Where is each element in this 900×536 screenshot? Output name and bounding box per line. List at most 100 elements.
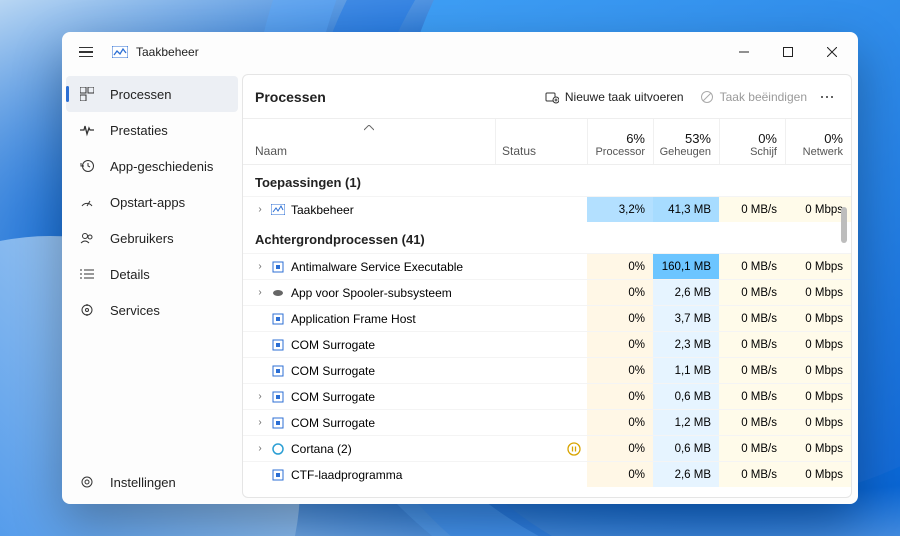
cell-mem: 3,7 MB: [653, 306, 719, 331]
nav-label: Details: [110, 267, 150, 282]
cell-cpu: 3,2%: [587, 197, 653, 222]
col-disk[interactable]: 0%Schijf: [719, 119, 785, 164]
cell-mem: 41,3 MB: [653, 197, 719, 222]
chevron-right-icon[interactable]: ›: [255, 443, 265, 454]
minimize-button[interactable]: [722, 36, 766, 68]
process-icon: [271, 203, 285, 217]
process-name: Taakbeheer: [291, 203, 354, 217]
process-name: CTF-laadprogramma: [291, 468, 402, 482]
scrollbar-thumb[interactable]: [841, 207, 847, 243]
cell-disk: 0 MB/s: [719, 254, 785, 279]
cell-cpu: 0%: [587, 254, 653, 279]
main-panel: Processen Nieuwe taak uitvoeren Taak beë…: [242, 74, 852, 498]
cell-cpu: 0%: [587, 332, 653, 357]
col-status[interactable]: Status: [495, 119, 587, 164]
close-button[interactable]: [810, 36, 854, 68]
nav-label: App-geschiedenis: [110, 159, 213, 174]
process-name: Antimalware Service Executable: [291, 260, 463, 274]
chevron-right-icon[interactable]: ›: [255, 417, 265, 428]
process-icon: [271, 338, 285, 352]
cell-disk: 0 MB/s: [719, 436, 785, 461]
cell-mem: 0,6 MB: [653, 384, 719, 409]
process-row[interactable]: › CTF-laadprogramma 0% 2,6 MB 0 MB/s 0 M…: [243, 461, 851, 487]
process-row[interactable]: › Taakbeheer 3,2% 41,3 MB 0 MB/s 0 Mbps: [243, 196, 851, 222]
cell-mem: 0,6 MB: [653, 436, 719, 461]
chevron-right-icon[interactable]: ›: [255, 204, 265, 215]
process-name: Application Frame Host: [291, 312, 416, 326]
process-row[interactable]: › COM Surrogate 0% 1,1 MB 0 MB/s 0 Mbps: [243, 357, 851, 383]
nav-label: Instellingen: [110, 475, 176, 490]
nav-services[interactable]: Services: [66, 292, 238, 328]
nav-label: Processen: [110, 87, 171, 102]
grid-icon: [78, 87, 96, 101]
process-row[interactable]: › Antimalware Service Executable 0% 160,…: [243, 253, 851, 279]
column-headers[interactable]: Naam Status 6%Processor 53%Geheugen 0%Sc…: [243, 119, 851, 165]
run-new-task-button[interactable]: Nieuwe taak uitvoeren: [537, 84, 692, 110]
hamburger-menu-button[interactable]: [72, 38, 100, 66]
process-row[interactable]: › COM Surrogate 0% 1,2 MB 0 MB/s 0 Mbps: [243, 409, 851, 435]
cell-mem: 2,6 MB: [653, 280, 719, 305]
run-task-label: Nieuwe taak uitvoeren: [565, 90, 684, 104]
prohibit-icon: [700, 90, 714, 104]
cell-cpu: 0%: [587, 436, 653, 461]
nav-details[interactable]: Details: [66, 256, 238, 292]
titlebar[interactable]: Taakbeheer: [62, 32, 858, 72]
nav-users[interactable]: Gebruikers: [66, 220, 238, 256]
col-status-label: Status: [496, 144, 536, 158]
col-processor[interactable]: 6%Processor: [587, 119, 653, 164]
process-row[interactable]: › App voor Spooler-subsysteem 0% 2,6 MB …: [243, 279, 851, 305]
chevron-right-icon[interactable]: ›: [255, 391, 265, 402]
end-task-label: Taak beëindigen: [720, 90, 807, 104]
process-row[interactable]: › COM Surrogate 0% 0,6 MB 0 MB/s 0 Mbps: [243, 383, 851, 409]
cell-cpu: 0%: [587, 306, 653, 331]
heartbeat-icon: [78, 123, 96, 137]
end-task-button: Taak beëindigen: [692, 84, 815, 110]
nav-startup[interactable]: Opstart-apps: [66, 184, 238, 220]
cell-cpu: 0%: [587, 358, 653, 383]
process-icon: [271, 286, 285, 300]
users-icon: [78, 231, 96, 245]
cell-disk: 0 MB/s: [719, 280, 785, 305]
cell-mem: 1,1 MB: [653, 358, 719, 383]
col-name-label: Naam: [255, 144, 287, 158]
cell-disk: 0 MB/s: [719, 197, 785, 222]
nav-history[interactable]: App-geschiedenis: [66, 148, 238, 184]
process-icon: [271, 312, 285, 326]
process-name: COM Surrogate: [291, 416, 375, 430]
services-icon: [78, 303, 96, 317]
page-title: Processen: [255, 89, 326, 105]
cell-mem: 1,2 MB: [653, 410, 719, 435]
app-icon: [112, 46, 128, 58]
group-apps[interactable]: Toepassingen (1): [243, 165, 851, 196]
col-memory[interactable]: 53%Geheugen: [653, 119, 719, 164]
process-row[interactable]: › Cortana (2) 0% 0,6 MB 0 MB/s 0 Mbps: [243, 435, 851, 461]
col-name[interactable]: Naam: [243, 119, 495, 164]
cell-cpu: 0%: [587, 384, 653, 409]
cell-mem: 160,1 MB: [653, 254, 719, 279]
more-options-button[interactable]: [815, 84, 839, 110]
cell-disk: 0 MB/s: [719, 384, 785, 409]
process-icon: [271, 416, 285, 430]
process-row[interactable]: › Application Frame Host 0% 3,7 MB 0 MB/…: [243, 305, 851, 331]
main-header: Processen Nieuwe taak uitvoeren Taak beë…: [243, 75, 851, 119]
process-name: COM Surrogate: [291, 338, 375, 352]
process-list[interactable]: Toepassingen (1) › Taakbeheer 3,2% 41,3 …: [243, 165, 851, 497]
process-icon: [271, 364, 285, 378]
process-row[interactable]: › COM Surrogate 0% 2,3 MB 0 MB/s 0 Mbps: [243, 331, 851, 357]
cortana-icon: [271, 442, 285, 456]
nav-performance[interactable]: Prestaties: [66, 112, 238, 148]
cell-disk: 0 MB/s: [719, 306, 785, 331]
process-name: COM Surrogate: [291, 364, 375, 378]
nav-settings[interactable]: Instellingen: [66, 464, 238, 500]
cell-cpu: 0%: [587, 462, 653, 487]
cell-mem: 2,3 MB: [653, 332, 719, 357]
group-background[interactable]: Achtergrondprocessen (41): [243, 222, 851, 253]
run-task-icon: [545, 90, 559, 104]
nav-label: Prestaties: [110, 123, 168, 138]
chevron-right-icon[interactable]: ›: [255, 287, 265, 298]
chevron-right-icon[interactable]: ›: [255, 261, 265, 272]
nav-processes[interactable]: Processen: [66, 76, 238, 112]
scrollbar[interactable]: [837, 129, 849, 491]
cell-disk: 0 MB/s: [719, 462, 785, 487]
maximize-button[interactable]: [766, 36, 810, 68]
